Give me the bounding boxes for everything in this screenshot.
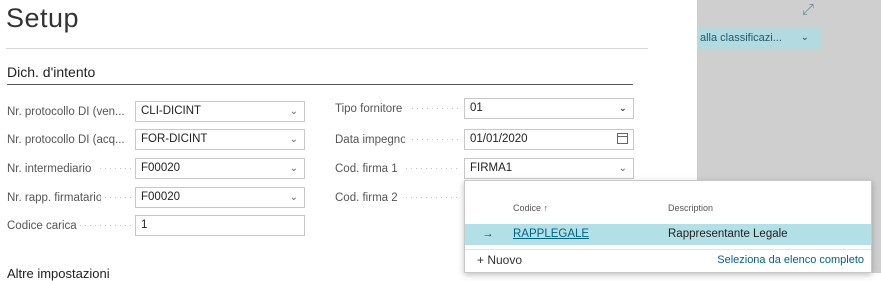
field-label: Cod. firma 1 <box>335 163 397 175</box>
page-title: Setup <box>6 3 80 33</box>
leader-dots: ············ <box>405 163 461 173</box>
chevron-down-icon: ⌄ <box>618 103 627 114</box>
chevron-down-icon: ⌄ <box>289 106 298 117</box>
protocollo-vendite-select[interactable]: CLI-DICINT ⌄ <box>135 101 305 122</box>
field-row-cod-firma-2: Cod. firma 2 ············ <box>335 187 465 209</box>
field-row-intermediario: Nr. intermediario ········ F00020 ⌄ <box>7 158 307 180</box>
field-row-tipo-fornitore: Tipo fornitore ··········· 01 ⌄ <box>335 98 635 120</box>
field-label: Data impegno <box>335 134 405 146</box>
cod-firma-1-select[interactable]: FIRMA1 ⌄ <box>464 158 634 179</box>
leader-dots: ······· <box>104 192 133 202</box>
field-value: 01 <box>470 102 483 114</box>
chevron-down-icon: ⌄ <box>289 192 298 203</box>
field-value: CLI-DICINT <box>141 105 202 117</box>
leader-dots: ············· <box>79 220 133 230</box>
leader-dots: ··········· <box>411 134 461 144</box>
section-title-cut[interactable]: Altre impostazioni <box>7 266 110 281</box>
field-row-protocollo-vendite: Nr. protocollo DI (ven... CLI-DICINT ⌄ <box>7 101 307 123</box>
field-label: Nr. protocollo DI (acq... <box>7 134 125 146</box>
background-dropdown[interactable]: alla classificazi... ⌄ <box>697 27 821 49</box>
lookup-footer: + Nuovo Seleziona da elenco completo <box>465 249 871 272</box>
row-selected-arrow-icon: → <box>482 228 494 240</box>
row-description: Rappresentante Legale <box>668 228 788 240</box>
field-label: Nr. rapp. firmatario <box>7 192 101 204</box>
new-button[interactable]: + Nuovo <box>477 253 522 267</box>
protocollo-acquisti-select[interactable]: FOR-DICINT ⌄ <box>135 129 305 150</box>
lookup-row[interactable]: → RAPPLEGALE Rappresentante Legale <box>465 224 871 245</box>
field-value: F00020 <box>141 191 181 203</box>
field-row-cod-firma-1: Cod. firma 1 ············ FIRMA1 ⌄ <box>335 158 635 180</box>
column-header-description[interactable]: Description <box>668 203 713 213</box>
leader-dots: ··········· <box>411 103 461 113</box>
field-value: FOR-DICINT <box>141 133 208 145</box>
column-header-code[interactable]: Codice ↑ <box>513 203 548 213</box>
lookup-header: Codice ↑ Description <box>465 203 871 221</box>
chevron-down-icon: ⌄ <box>800 32 809 43</box>
field-row-data-impegno: Data impegno ··········· 01/01/2020 <box>335 129 635 151</box>
chevron-down-icon: ⌄ <box>618 163 627 174</box>
calendar-icon[interactable] <box>617 133 628 144</box>
rapp-firmatario-select[interactable]: F00020 ⌄ <box>135 187 305 208</box>
background-dropdown-label: alla classificazi... <box>700 32 782 44</box>
field-label: Nr. protocollo DI (ven... <box>7 106 125 118</box>
field-row-codice-carica: Codice carica ············· 1 <box>7 215 307 237</box>
expand-icon[interactable]: ⤢ <box>802 2 814 17</box>
field-value: 01/01/2020 <box>470 133 528 145</box>
select-full-list-link[interactable]: Seleziona da elenco completo <box>717 254 864 266</box>
field-value: FIRMA1 <box>470 162 513 174</box>
chevron-down-icon: ⌄ <box>289 134 298 145</box>
leader-dots: ········ <box>99 163 133 173</box>
field-label: Nr. intermediario <box>7 163 92 175</box>
section-title[interactable]: Dich. d'intento <box>7 64 95 80</box>
field-value: F00020 <box>141 162 181 174</box>
tipo-fornitore-select[interactable]: 01 ⌄ <box>464 98 634 119</box>
field-label: Codice carica <box>7 220 77 232</box>
title-divider <box>6 48 648 49</box>
field-label: Cod. firma 2 <box>335 192 397 204</box>
field-row-rapp-firmatario: Nr. rapp. firmatario ······· F00020 ⌄ <box>7 187 307 209</box>
row-code-link[interactable]: RAPPLEGALE <box>513 224 589 245</box>
codice-carica-input[interactable]: 1 <box>135 215 305 236</box>
lookup-dropdown: Codice ↑ Description → RAPPLEGALE Rappre… <box>464 180 872 273</box>
field-value: 1 <box>141 219 148 231</box>
section-divider <box>7 84 633 85</box>
field-label: Tipo fornitore <box>335 103 403 115</box>
field-row-protocollo-acquisti: Nr. protocollo DI (acq... FOR-DICINT ⌄ <box>7 129 307 151</box>
intermediario-select[interactable]: F00020 ⌄ <box>135 158 305 179</box>
chevron-down-icon: ⌄ <box>289 163 298 174</box>
data-impegno-input[interactable]: 01/01/2020 <box>464 129 634 150</box>
leader-dots: ············ <box>405 192 461 202</box>
